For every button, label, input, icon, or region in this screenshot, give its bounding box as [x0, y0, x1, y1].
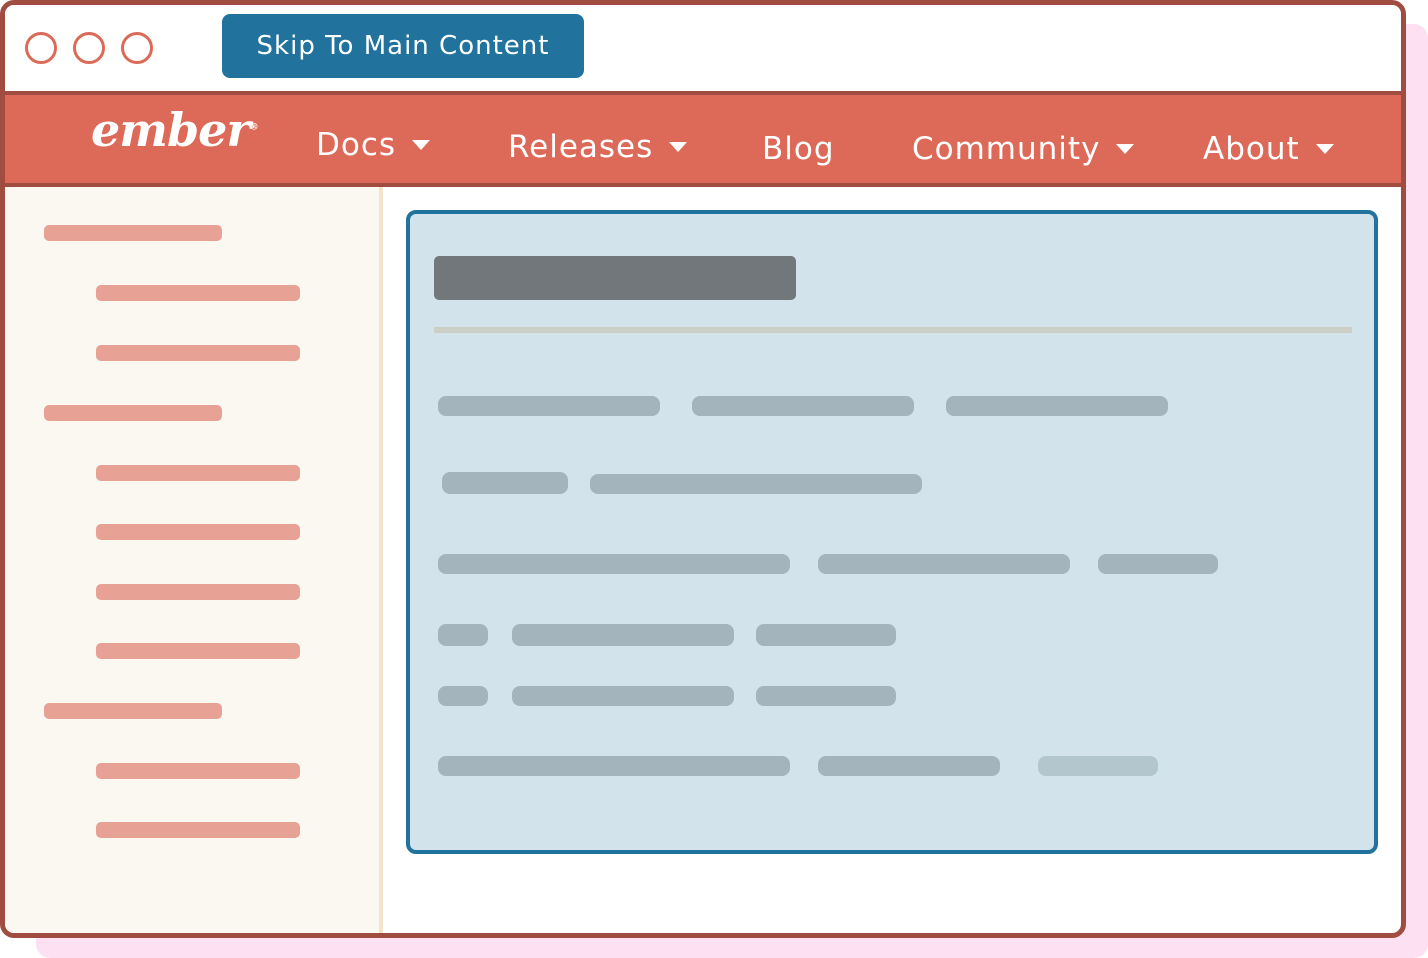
minimize-window-control[interactable]: [73, 32, 105, 64]
nav-label: Community: [912, 131, 1101, 167]
sidebar-group-heading-placeholder[interactable]: [44, 405, 222, 421]
nav-label: Releases: [508, 129, 654, 165]
main-content-focused[interactable]: [406, 210, 1378, 854]
nav-label: Docs: [316, 127, 397, 163]
text-placeholder: [438, 686, 488, 706]
sidebar-item-placeholder[interactable]: [96, 584, 300, 600]
text-placeholder: [442, 472, 568, 494]
sidebar-item-placeholder[interactable]: [96, 763, 300, 779]
nav-item-community[interactable]: Community: [912, 131, 1135, 167]
text-placeholder: [512, 624, 734, 646]
maximize-window-control[interactable]: [121, 32, 153, 64]
text-placeholder: [756, 624, 896, 646]
title-bar: Skip To Main Content: [5, 5, 1401, 91]
text-placeholder: [438, 554, 790, 574]
close-window-control[interactable]: [25, 32, 57, 64]
text-placeholder: [512, 686, 734, 706]
text-placeholder: [438, 756, 790, 776]
caret-down-icon: [412, 140, 431, 150]
text-placeholder: [692, 396, 914, 416]
site-navbar: ember® Docs Releases Blog Community Abou…: [5, 91, 1401, 187]
text-placeholder: [590, 474, 922, 494]
nav-item-blog[interactable]: Blog: [762, 131, 835, 167]
nav-label: About: [1203, 131, 1300, 167]
text-placeholder: [438, 624, 488, 646]
caret-down-icon: [1116, 144, 1135, 154]
sidebar-item-placeholder[interactable]: [96, 465, 300, 481]
nav-item-docs[interactable]: Docs: [316, 127, 431, 163]
sidebar-item-placeholder[interactable]: [96, 345, 300, 361]
text-placeholder: [818, 554, 1070, 574]
sidebar-item-placeholder[interactable]: [96, 643, 300, 659]
text-placeholder: [756, 686, 896, 706]
text-placeholder: [946, 396, 1168, 416]
title-divider: [434, 327, 1352, 333]
text-placeholder: [438, 396, 660, 416]
sidebar-group-heading-placeholder[interactable]: [44, 703, 222, 719]
text-placeholder: [1098, 554, 1218, 574]
sidebar-group-heading-placeholder[interactable]: [44, 225, 222, 241]
registered-mark: ®: [249, 122, 259, 133]
sidebar-item-placeholder[interactable]: [96, 822, 300, 838]
sidebar-item-placeholder[interactable]: [96, 285, 300, 301]
text-placeholder: [1038, 756, 1158, 776]
sidebar-nav: [5, 187, 383, 933]
text-placeholder: [818, 756, 1000, 776]
nav-label: Blog: [762, 131, 835, 167]
page-title-placeholder: [434, 256, 796, 300]
sidebar-item-placeholder[interactable]: [96, 524, 300, 540]
caret-down-icon: [1315, 144, 1334, 154]
caret-down-icon: [669, 142, 688, 152]
browser-window: Skip To Main Content ember® Docs Release…: [0, 0, 1406, 938]
nav-item-releases[interactable]: Releases: [508, 129, 688, 165]
ember-logo[interactable]: ember®: [91, 103, 259, 157]
nav-item-about[interactable]: About: [1203, 131, 1334, 167]
skip-to-main-content-link[interactable]: Skip To Main Content: [222, 14, 584, 78]
logo-text: ember: [91, 103, 251, 157]
